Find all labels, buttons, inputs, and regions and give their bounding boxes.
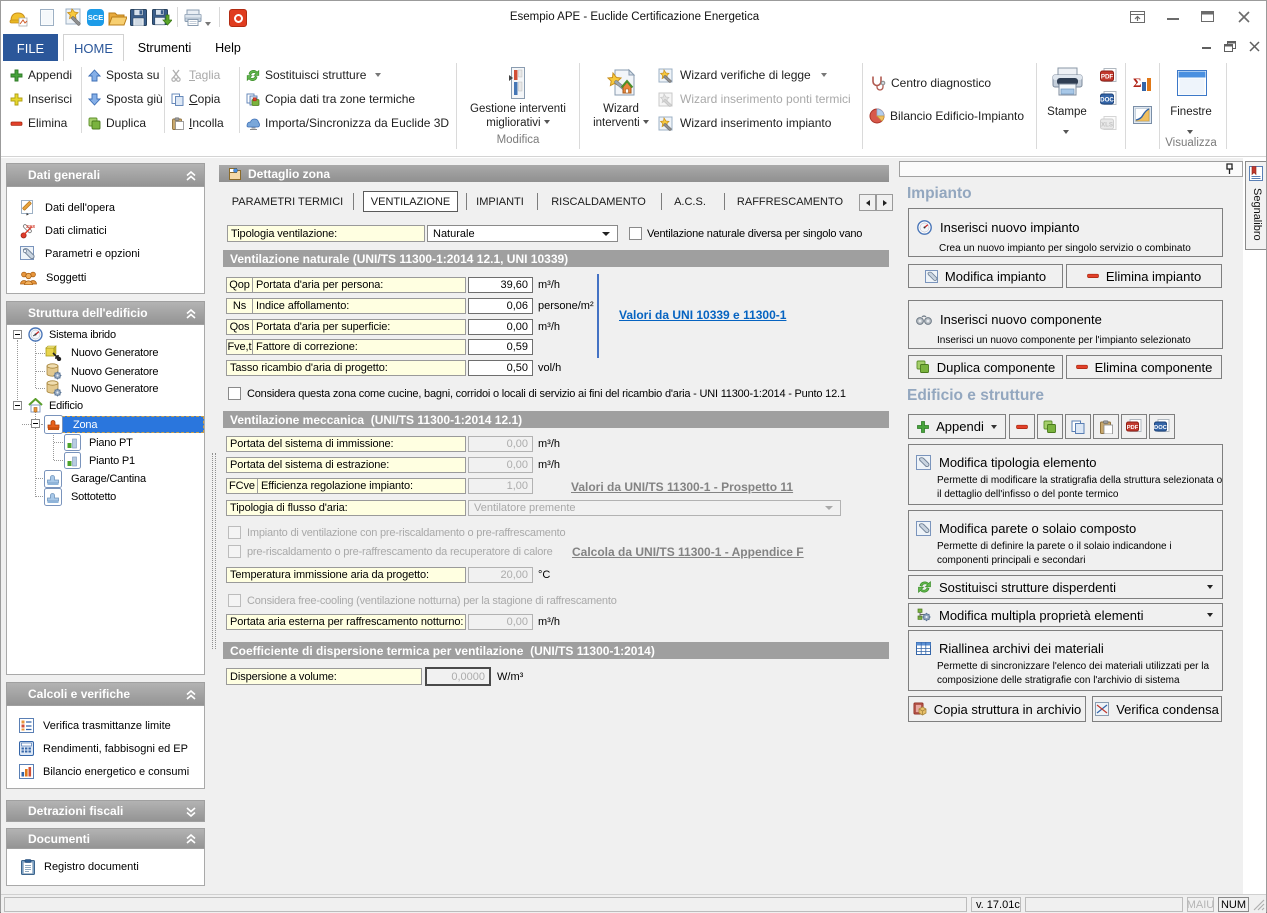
svg-text:XLS: XLS <box>1101 122 1113 129</box>
svg-text:sss: sss <box>26 224 35 230</box>
svg-text:DOC: DOC <box>1154 425 1168 431</box>
svg-text:PDF: PDF <box>1101 74 1114 81</box>
svg-text:Σ: Σ <box>1133 75 1142 90</box>
svg-text:DOC: DOC <box>1100 97 1114 104</box>
svg-text:PDF: PDF <box>1127 425 1139 431</box>
